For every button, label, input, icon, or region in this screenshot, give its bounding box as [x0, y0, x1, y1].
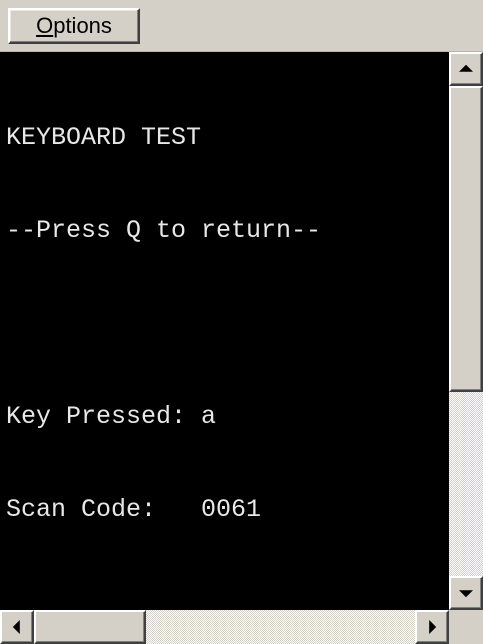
- scroll-down-button[interactable]: [449, 576, 483, 610]
- scroll-right-arrow-icon: [429, 620, 437, 634]
- terminal-viewport[interactable]: KEYBOARD TEST --Press Q to return-- Key …: [0, 52, 449, 610]
- horizontal-scrollbar[interactable]: [0, 610, 449, 644]
- key-pressed-line: Key Pressed: a: [6, 402, 217, 431]
- scrollbar-corner: [449, 610, 483, 644]
- vertical-scrollbar[interactable]: [449, 52, 483, 610]
- options-menu-label: ptions: [53, 13, 112, 38]
- scroll-up-arrow-icon: [459, 64, 473, 72]
- options-menu-button[interactable]: Options: [8, 8, 140, 44]
- vertical-scroll-thumb[interactable]: [449, 86, 483, 392]
- scan-code-line: Scan Code: 0061: [6, 495, 262, 524]
- scroll-left-button[interactable]: [0, 610, 34, 644]
- menu-bar: Options: [0, 0, 483, 52]
- scroll-right-button[interactable]: [415, 610, 449, 644]
- horizontal-scroll-thumb[interactable]: [34, 610, 146, 644]
- options-menu-accelerator: O: [36, 13, 54, 38]
- terminal-instruction-line: --Press Q to return--: [6, 216, 322, 245]
- scroll-left-arrow-icon: [12, 620, 20, 634]
- terminal-output: KEYBOARD TEST --Press Q to return-- Key …: [6, 60, 321, 587]
- terminal-title-line: KEYBOARD TEST: [6, 123, 202, 152]
- scroll-up-button[interactable]: [449, 52, 483, 86]
- scroll-down-arrow-icon: [459, 590, 473, 598]
